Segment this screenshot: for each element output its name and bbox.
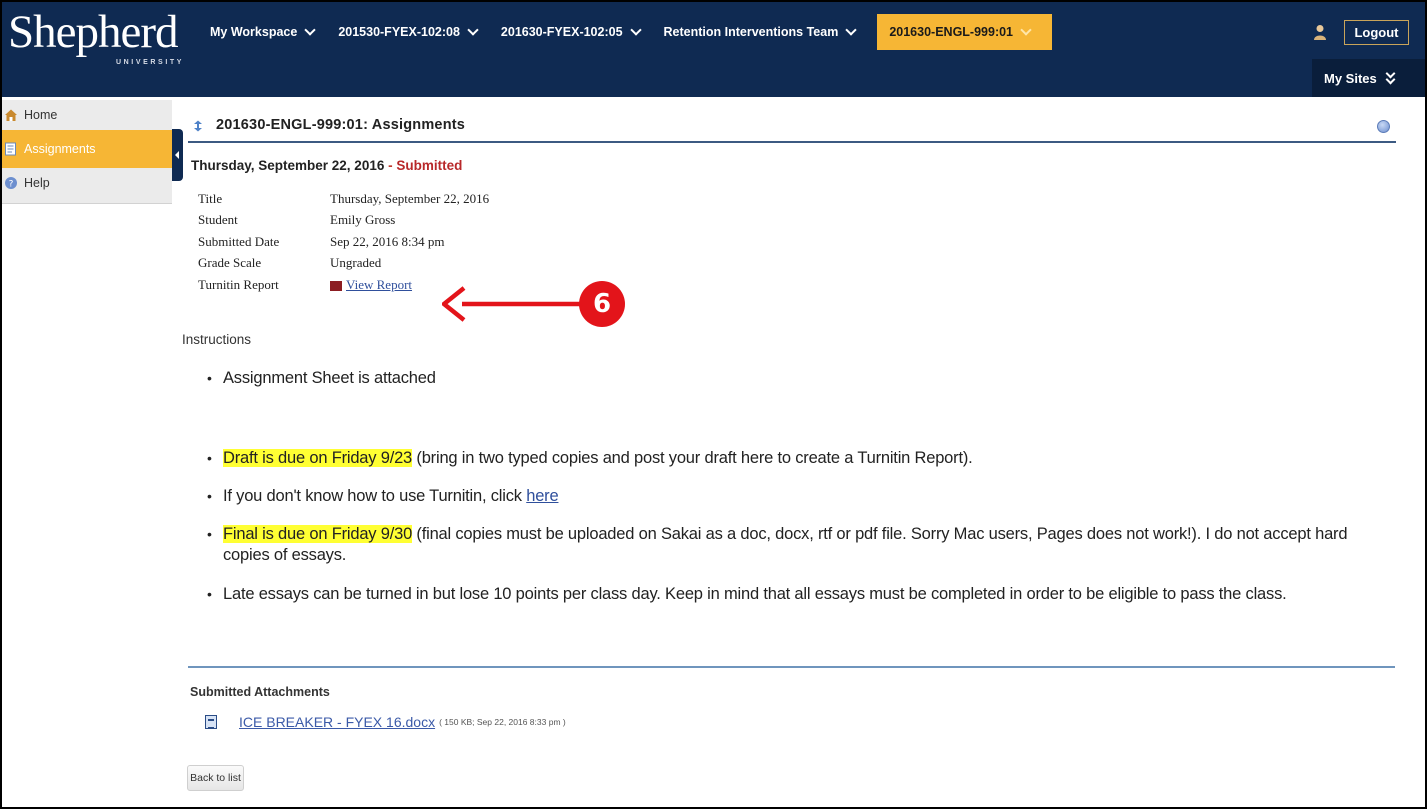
tab-label: My Workspace <box>210 25 298 39</box>
chevron-down-icon <box>629 24 642 36</box>
instruction-text: Assignment Sheet is attached <box>223 369 436 387</box>
list-item: If you don't know how to use Turnitin, c… <box>207 486 1357 507</box>
help-icon: ? <box>5 177 17 190</box>
tool-item-help[interactable]: ? Help <box>2 168 172 198</box>
section-divider <box>188 666 1395 668</box>
logo-wordmark: Shepherd <box>8 6 179 58</box>
property-label: Submitted Date <box>198 233 280 249</box>
instruction-text: (bring in two typed copies and post your… <box>412 449 973 467</box>
property-row: Student Emily Gross <box>198 210 489 232</box>
word-document-icon <box>205 715 217 729</box>
property-label: Grade Scale <box>198 255 262 271</box>
browser-frame: Shepherd UNIVERSITY My Workspace 201530-… <box>0 0 1427 809</box>
heading-separator: - <box>384 158 397 173</box>
instructions-label: Instructions <box>182 332 252 347</box>
top-header: Shepherd UNIVERSITY My Workspace 201530-… <box>2 2 1425 97</box>
svg-text:?: ? <box>9 180 14 190</box>
chevron-down-icon <box>304 24 316 36</box>
home-icon <box>5 109 17 121</box>
property-row: Submitted Date Sep 22, 2016 8:34 pm <box>198 231 489 253</box>
tool-item-label: Assignments <box>24 142 96 156</box>
property-value: Sep 22, 2016 8:34 pm <box>330 233 445 249</box>
list-item: Assignment Sheet is attached <box>207 368 1357 389</box>
tool-title-bar: 201630-ENGL-999:01: Assignments <box>188 110 1396 143</box>
property-label: Turnitin Report <box>198 276 279 292</box>
tab-site-engl-999-01[interactable]: 201630-ENGL-999:01 <box>877 14 1053 50</box>
highlighted-text: Draft is due on Friday 9/23 <box>223 449 413 467</box>
annotation-step-badge: 6 <box>579 281 625 327</box>
attachment-item: ICE BREAKER - FYEX 16.docx ( 150 KB; Sep… <box>205 714 566 730</box>
site-nav-tabs: My Workspace 201530-FYEX-102:08 201630-F… <box>198 14 1053 50</box>
assignments-icon <box>5 142 16 156</box>
collapse-menu-toggle[interactable] <box>172 129 183 181</box>
annotation-arrow-icon <box>442 286 582 322</box>
instruction-text: If you don't know how to use Turnitin, c… <box>223 487 527 505</box>
assignment-properties: Title Thursday, September 22, 2016 Stude… <box>198 188 489 296</box>
tab-site-fyex-102-05[interactable]: 201630-FYEX-102:05 <box>489 14 652 50</box>
assignment-title: Thursday, September 22, 2016 <box>191 158 385 173</box>
assignment-heading: Thursday, September 22, 2016 - Submitted <box>191 158 462 173</box>
tab-retention-interventions-team[interactable]: Retention Interventions Team <box>652 14 868 50</box>
turnitin-report-icon <box>330 280 342 291</box>
attachments-heading: Submitted Attachments <box>190 685 330 699</box>
highlighted-text: Final is due on Friday 9/30 <box>223 525 413 543</box>
back-to-list-button[interactable]: Back to list <box>187 765 244 791</box>
property-row: Grade Scale Ungraded <box>198 253 489 275</box>
help-icon[interactable] <box>1377 120 1390 133</box>
list-item: Draft is due on Friday 9/23 (bring in tw… <box>207 448 1357 469</box>
property-label: Student <box>198 212 238 228</box>
attachment-meta: ( 150 KB; Sep 22, 2016 8:33 pm ) <box>439 717 566 727</box>
user-icon[interactable] <box>1313 24 1327 40</box>
tab-label: 201530-FYEX-102:08 <box>338 25 460 39</box>
status-badge: Submitted <box>396 158 463 173</box>
instruction-text: Late essays can be turned in but lose 10… <box>223 585 1287 603</box>
attachment-link[interactable]: ICE BREAKER - FYEX 16.docx <box>239 714 435 730</box>
logout-button[interactable]: Logout <box>1344 20 1409 45</box>
reset-arrows-icon[interactable] <box>191 119 205 133</box>
tab-label: Retention Interventions Team <box>663 25 839 39</box>
property-row: Title Thursday, September 22, 2016 <box>198 188 489 210</box>
tab-label: 201630-FYEX-102:05 <box>500 25 623 39</box>
chevron-down-icon <box>845 24 857 36</box>
tool-item-label: Help <box>24 176 50 190</box>
tool-item-label: Home <box>24 108 58 122</box>
logo-subtext: UNIVERSITY <box>116 59 185 66</box>
tool-item-home[interactable]: Home <box>2 100 172 130</box>
property-value: Thursday, September 22, 2016 <box>330 190 490 206</box>
view-report-link[interactable]: View Report <box>346 277 412 293</box>
tool-item-assignments[interactable]: Assignments <box>2 130 172 168</box>
tab-label: 201630-ENGL-999:01 <box>889 25 1014 39</box>
list-item: Late essays can be turned in but lose 10… <box>207 584 1357 605</box>
page-title: 201630-ENGL-999:01: Assignments <box>216 117 466 133</box>
list-item: Final is due on Friday 9/30 (final copie… <box>207 524 1357 566</box>
my-sites-label: My Sites <box>1324 70 1377 86</box>
instructions-list: Assignment Sheet is attached Draft is du… <box>207 368 1357 605</box>
chevron-down-icon <box>467 24 479 36</box>
chevron-down-icon <box>1020 24 1032 36</box>
property-value: Ungraded <box>330 255 382 271</box>
tab-my-workspace[interactable]: My Workspace <box>198 14 326 50</box>
tool-menu: Home Assignments ? Help <box>2 100 172 204</box>
double-chevron-down-icon <box>1385 68 1397 85</box>
property-value: Emily Gross <box>330 212 396 228</box>
my-sites-button[interactable]: My Sites <box>1312 59 1425 97</box>
university-logo[interactable]: Shepherd UNIVERSITY <box>8 8 196 68</box>
turnitin-help-link[interactable]: here <box>526 487 558 505</box>
property-label: Title <box>198 190 223 206</box>
tab-site-fyex-102-08[interactable]: 201530-FYEX-102:08 <box>326 14 489 50</box>
